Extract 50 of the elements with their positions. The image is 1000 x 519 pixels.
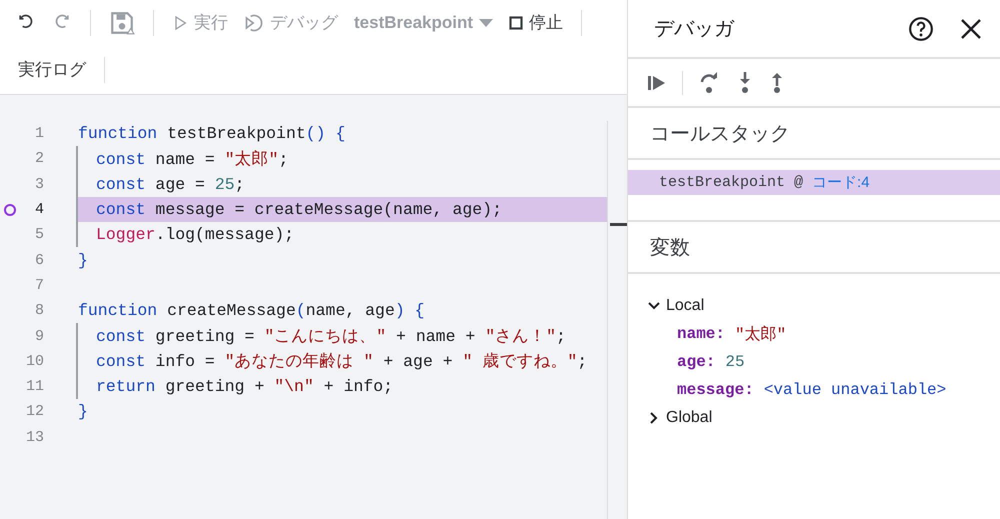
line-number: 11 [24,378,44,396]
step-over-icon [699,72,719,94]
code-line: } [78,250,88,270]
line-number: 5 [34,226,44,244]
scope-toggle[interactable]: Local [648,292,704,320]
line-number: 2 [34,150,44,168]
code-line: const message = createMessage(name, age); [96,200,502,220]
chevron-right-icon [648,412,660,424]
call-stack-frame[interactable]: testBreakpoint @ コード:4 [628,170,1000,195]
line-number: 3 [34,176,44,193]
caret-icon [479,18,494,26]
step-out-icon [771,72,783,94]
code-line: const name = "太郎"; [96,148,288,170]
chevron-down-icon [648,300,660,312]
line-number: 12 [24,403,44,420]
code-line: function createMessage(name, age) { [78,301,425,320]
variable-row-text: age: 25 [676,352,746,373]
resume-icon [648,74,666,90]
line-number: 10 [24,352,44,370]
line-number: 8 [34,302,44,320]
code-line: const greeting = "こんにちは、" + name + "さん！"; [96,326,566,348]
code-line: function testBreakpoint() { [78,124,346,144]
code-line: const info = "あなたの年齢は " + age + " 歳ですね。"; [96,351,588,372]
line-number: 6 [34,252,44,269]
frame-function: testBreakpoint @ [659,174,804,191]
code-line: } [78,402,88,422]
line-number: 4 [34,201,44,218]
line-number: 9 [34,328,44,345]
help-icon [908,16,934,42]
execution-log-button[interactable]: 実行ログ [8,54,96,85]
close-icon [960,18,982,40]
code-line: const age = 25; [96,174,245,194]
code-line: Logger.log(message); [96,225,294,244]
stop-button[interactable]: 停止 [503,7,570,38]
section-title: コールスタック [650,122,790,146]
variable-row-text: name: "太郎" [676,324,788,346]
step-into-icon [739,72,751,94]
stop-icon [509,16,524,30]
scope-toggle[interactable]: Global [648,404,712,432]
code-line: return greeting + "\n" + info; [96,377,394,396]
breakpoint-icon[interactable] [4,204,16,216]
variable-row-text: message: <value unavailable> [676,380,948,401]
section-title: 変数 [650,236,690,260]
debug-icon [244,12,264,32]
save-icon [109,10,135,36]
line-number: 1 [34,125,44,142]
line-number: 13 [24,428,44,446]
line-number: 7 [34,276,44,294]
ruler-marker [610,222,627,226]
panel-title: デバッガ [654,17,736,42]
